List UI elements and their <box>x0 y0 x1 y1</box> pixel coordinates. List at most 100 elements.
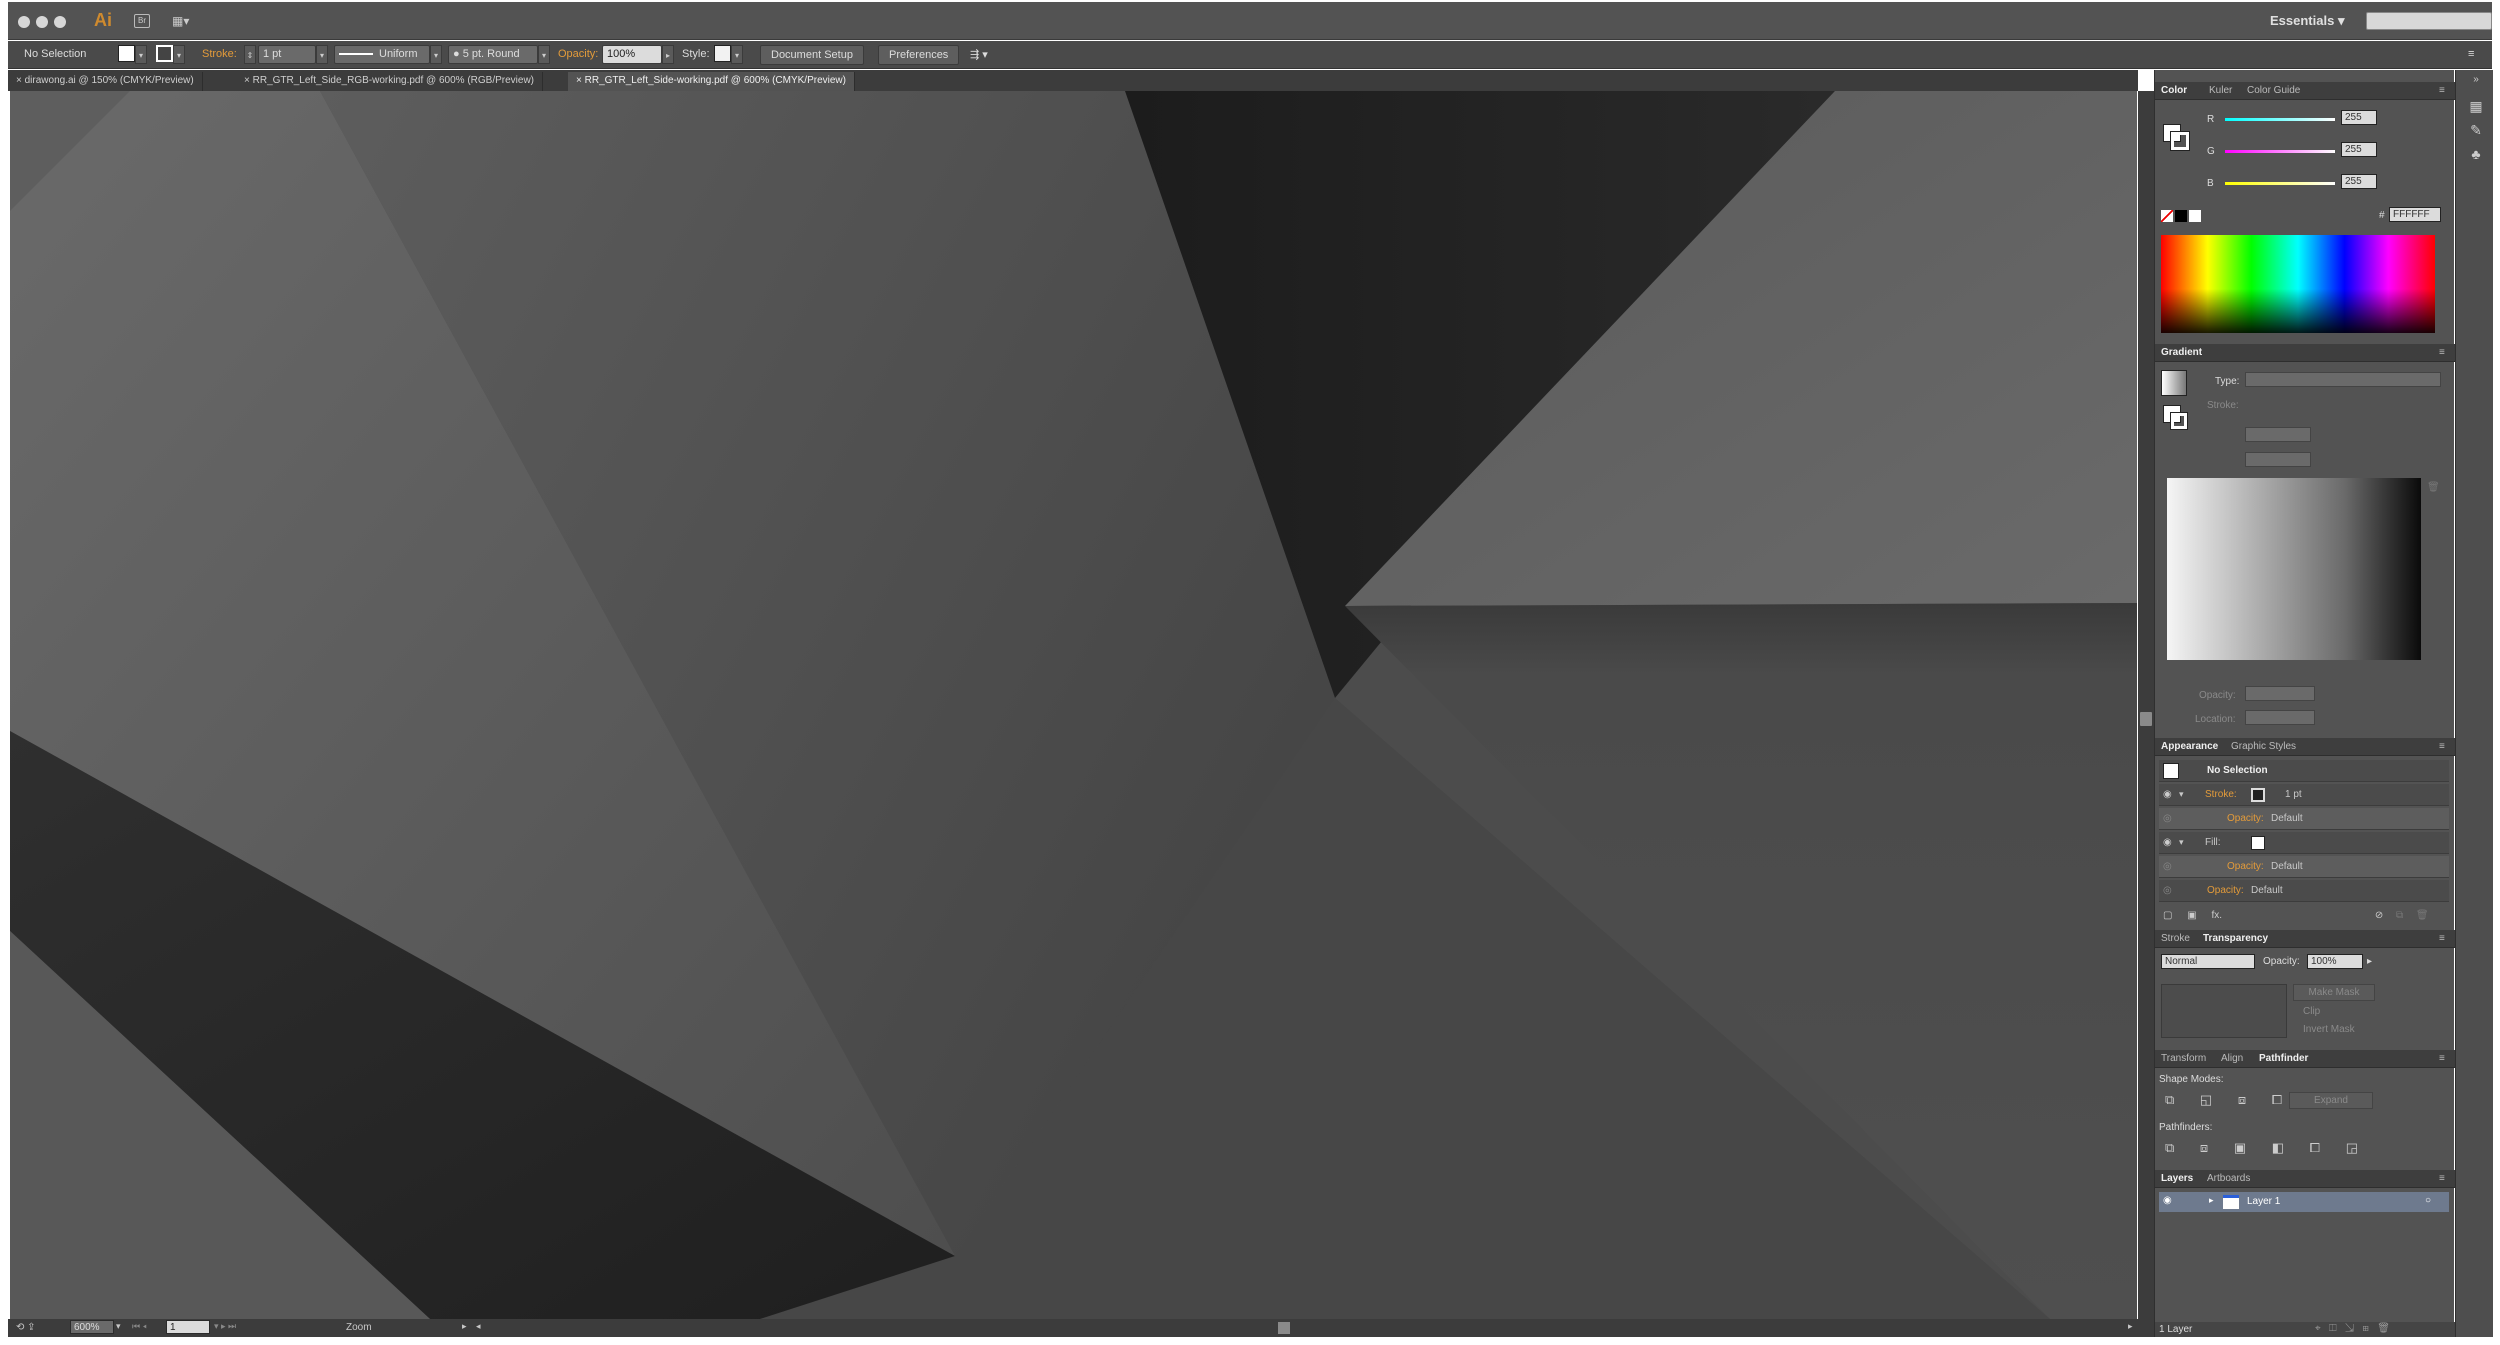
none-swatch-icon[interactable] <box>2161 210 2173 222</box>
gradient-menu-icon[interactable]: ≡ <box>2439 347 2445 358</box>
unite-icon[interactable]: ⧉ <box>2165 1092 2174 1107</box>
minus-front-icon[interactable]: ◱ <box>2200 1092 2212 1107</box>
r-value[interactable]: 255 <box>2341 110 2377 125</box>
mask-thumbnail[interactable] <box>2161 984 2287 1038</box>
gradient-location-field[interactable] <box>2245 710 2315 725</box>
tab-stroke[interactable]: Stroke <box>2161 933 2190 944</box>
divide-icon[interactable]: ⧉ <box>2165 1140 2174 1155</box>
stroke-weight-dropdown-icon[interactable]: ▾ <box>316 45 328 64</box>
swatches-panel-icon[interactable]: ▦ <box>2468 98 2484 114</box>
symbols-panel-icon[interactable]: ♣ <box>2468 146 2484 162</box>
intersect-icon[interactable]: ⧈ <box>2238 1092 2246 1107</box>
tab-color-guide[interactable]: Color Guide <box>2247 85 2300 96</box>
g-value[interactable]: 255 <box>2341 142 2377 157</box>
visibility-eye-icon[interactable]: ◎ <box>2163 861 2177 872</box>
layer-name[interactable]: Layer 1 <box>2247 1196 2280 1207</box>
gradient-preview[interactable] <box>2161 370 2187 396</box>
appearance-fill-row[interactable]: ◉ ▾ Fill: <box>2159 832 2449 854</box>
profile-dropdown-icon[interactable]: ▾ <box>430 45 442 64</box>
preferences-button[interactable]: Preferences <box>878 45 960 65</box>
stroke-swatch-small[interactable] <box>2251 788 2265 802</box>
artboard-canvas[interactable] <box>10 91 2137 1319</box>
zoom-dropdown-icon[interactable]: ▾ <box>116 1321 121 1332</box>
brush-definition[interactable]: ● 5 pt. Round <box>448 45 538 64</box>
visibility-eye-icon[interactable]: ◉ <box>2163 789 2177 800</box>
fill-dropdown-icon[interactable]: ▾ <box>135 45 147 64</box>
tab-transform[interactable]: Transform <box>2161 1053 2206 1064</box>
arrange-options-icon[interactable]: ⇶ ▾ <box>970 48 988 61</box>
tab-dirawong[interactable]: × dirawong.ai @ 150% (CMYK/Preview) <box>8 72 203 91</box>
stroke-link[interactable]: Stroke: <box>2205 789 2237 800</box>
invert-mask-checkbox[interactable]: Invert Mask <box>2303 1024 2355 1035</box>
add-fill-icon[interactable]: ▣ <box>2187 910 2196 921</box>
workspace-switcher[interactable]: Essentials ▾ <box>2270 13 2344 29</box>
outline-icon[interactable]: ⧠ <box>2310 1140 2320 1155</box>
vertical-scrollbar[interactable] <box>2138 91 2154 1319</box>
tab-layers[interactable]: Layers <box>2161 1173 2193 1184</box>
appearance-header-row[interactable]: No Selection <box>2159 760 2449 782</box>
tab-align[interactable]: Align <box>2221 1053 2243 1064</box>
tab-transparency[interactable]: Transparency <box>2203 933 2268 944</box>
close-window-button[interactable] <box>18 16 30 28</box>
status-menu-icon[interactable]: ▸ <box>462 1321 467 1332</box>
transparency-opacity-arrow-icon[interactable]: ▸ <box>2367 956 2372 967</box>
blend-mode-select[interactable]: Normal <box>2161 954 2255 969</box>
brushes-panel-icon[interactable]: ✎ <box>2468 122 2484 138</box>
transparency-menu-icon[interactable]: ≡ <box>2439 933 2445 944</box>
zoom-window-button[interactable] <box>54 16 66 28</box>
appearance-menu-icon[interactable]: ≡ <box>2439 741 2445 752</box>
opacity-link[interactable]: Opacity: <box>2227 813 2264 824</box>
document-setup-button[interactable]: Document Setup <box>760 45 864 65</box>
tab-pathfinder[interactable]: Pathfinder <box>2259 1053 2308 1064</box>
crop-icon[interactable]: ◧ <box>2272 1140 2284 1155</box>
horizontal-scroll-thumb[interactable] <box>1278 1322 1290 1334</box>
add-effect-icon[interactable]: fx. <box>2211 910 2222 921</box>
vertical-scroll-thumb[interactable] <box>2140 712 2152 726</box>
next-artboard-icon[interactable]: ▾ ▸ ⏭ <box>214 1321 236 1332</box>
expand-triangle-icon[interactable]: ▾ <box>2179 837 2184 848</box>
merge-icon[interactable]: ▣ <box>2234 1140 2246 1155</box>
graphic-style-swatch[interactable] <box>714 45 731 62</box>
tab-color[interactable]: Color <box>2161 85 2187 96</box>
help-search-input[interactable] <box>2366 12 2492 30</box>
stroke-swatch[interactable] <box>156 45 173 62</box>
fill-swatch[interactable] <box>118 45 135 62</box>
tab-graphic-styles[interactable]: Graphic Styles <box>2231 741 2296 752</box>
delete-item-icon[interactable]: 🗑 <box>2416 910 2429 921</box>
minimize-window-button[interactable] <box>36 16 48 28</box>
tab-kuler[interactable]: Kuler <box>2209 85 2232 96</box>
stroke-label[interactable]: Stroke: <box>202 48 237 60</box>
visibility-eye-icon[interactable]: ◎ <box>2163 885 2177 896</box>
minus-back-icon[interactable]: ◲ <box>2346 1140 2358 1155</box>
rotate-view-icon[interactable]: ⟲ ⇪ <box>16 1322 36 1333</box>
variable-width-profile[interactable]: Uniform <box>334 45 430 64</box>
opacity-field[interactable]: 100% <box>602 45 662 64</box>
gradient-aspect-field[interactable] <box>2245 452 2311 467</box>
appearance-object-opacity-row[interactable]: ◎ Opacity: Default <box>2159 880 2449 902</box>
layers-menu-icon[interactable]: ≡ <box>2439 1173 2445 1184</box>
stroke-weight-field[interactable]: 1 pt <box>258 45 316 64</box>
artboard-field[interactable]: 1 <box>166 1320 210 1334</box>
first-artboard-icon[interactable]: ⏮ ◂ <box>132 1321 147 1332</box>
zoom-field[interactable]: 600% <box>70 1320 114 1334</box>
gradient-slider[interactable] <box>2167 478 2421 660</box>
tab-cmyk-working[interactable]: × RR_GTR_Left_Side-working.pdf @ 600% (C… <box>568 72 855 91</box>
gradient-angle-field[interactable] <box>2245 427 2311 442</box>
arrange-documents-icon[interactable]: ▦▾ <box>172 14 200 28</box>
control-panel-menu-icon[interactable]: ≡ <box>2468 48 2474 60</box>
opacity-link[interactable]: Opacity: <box>2227 861 2264 872</box>
tab-appearance[interactable]: Appearance <box>2161 741 2218 752</box>
white-swatch[interactable] <box>2189 210 2201 222</box>
layer-expand-icon[interactable]: ▸ <box>2209 1195 2214 1206</box>
b-slider[interactable] <box>2225 182 2335 185</box>
pathfinder-menu-icon[interactable]: ≡ <box>2439 1053 2445 1064</box>
black-swatch[interactable] <box>2175 210 2187 222</box>
trim-icon[interactable]: ⧈ <box>2200 1140 2208 1155</box>
layer-target-icon[interactable]: ○ <box>2425 1195 2431 1206</box>
hex-field[interactable]: FFFFFF <box>2389 207 2441 222</box>
tab-artboards[interactable]: Artboards <box>2207 1173 2250 1184</box>
stroke-stepper-icon[interactable]: ⇕ <box>244 45 256 64</box>
transparency-opacity-field[interactable]: 100% <box>2307 954 2363 969</box>
appearance-stroke-opacity-row[interactable]: ◎ Opacity: Default <box>2159 808 2449 830</box>
stroke-dropdown-icon[interactable]: ▾ <box>173 45 185 64</box>
